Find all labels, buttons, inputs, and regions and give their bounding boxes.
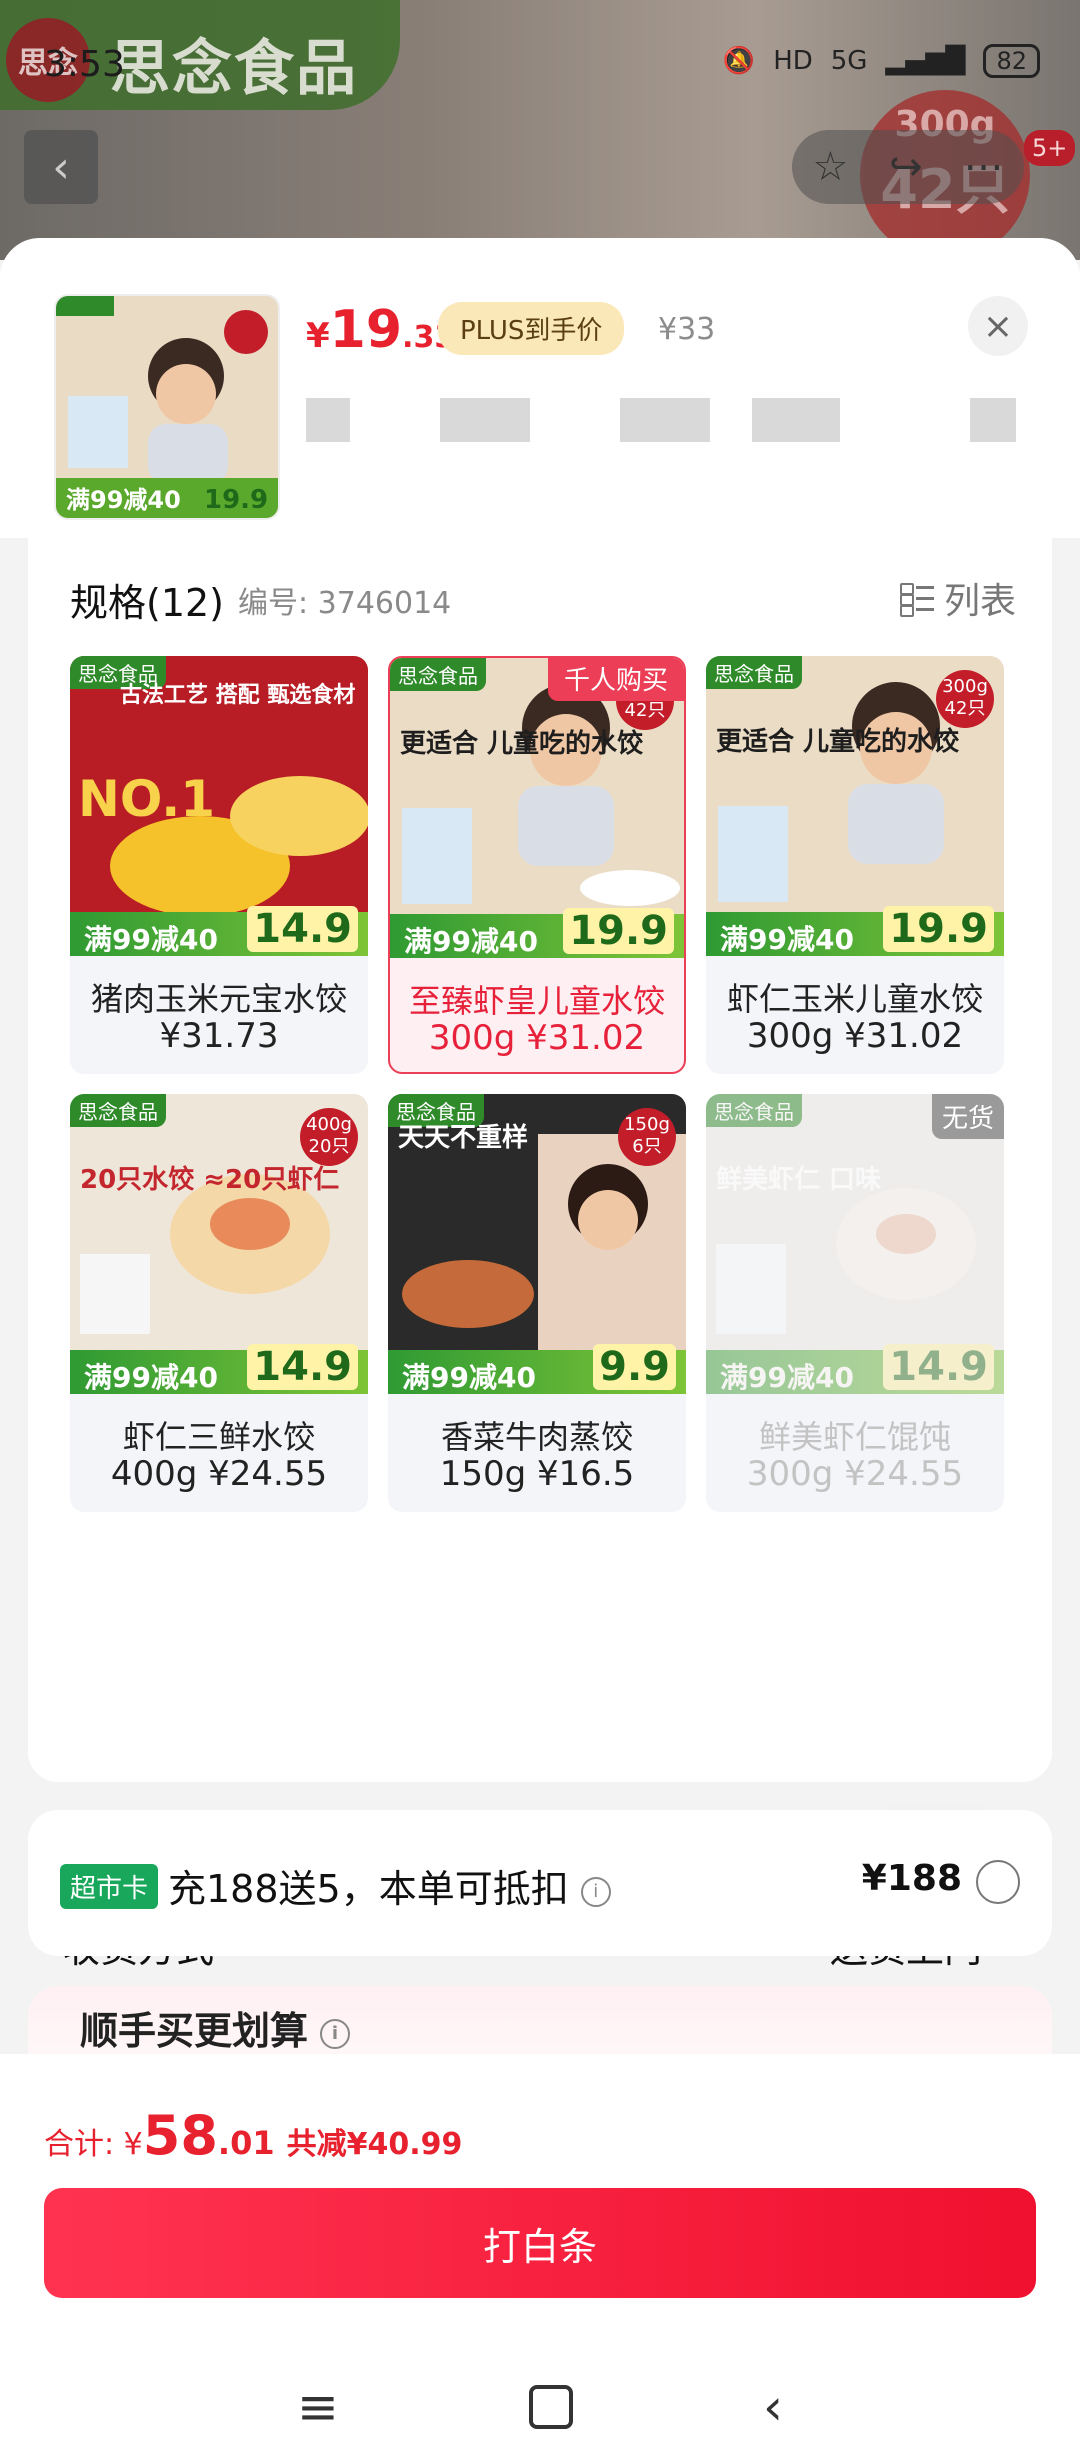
spec-price: 300g ¥31.02 <box>428 1018 646 1058</box>
blurred-text <box>970 398 1016 442</box>
promo-radio[interactable] <box>976 1860 1020 1904</box>
promo-banner: 满99减40 19.9 <box>706 906 1004 956</box>
status-icons: 🔕 HD 5G ▂▄▆█ 82 <box>723 44 1040 78</box>
blurred-text <box>752 398 840 442</box>
checkout-bar: 合计: ¥58.01 共减¥40.99 打白条 ≡ ‹ <box>0 2054 1080 2460</box>
spec-name: 虾仁三鲜水饺 <box>122 1418 315 1456</box>
promo-banner: 满99减40 14.9 <box>706 1344 1004 1394</box>
battery-icon: 82 <box>983 44 1040 78</box>
spec-headline: 天天不重样 <box>398 1123 529 1153</box>
top-actions: ☆ ↪ ⋯ <box>792 130 1024 204</box>
spec-name: 鲜美虾仁馄饨 <box>758 1418 951 1456</box>
promo-banner: 满99减40 9.9 <box>388 1344 686 1394</box>
total-summary: 合计: ¥58.01 共减¥40.99 <box>44 2104 463 2167</box>
system-nav-bar: ≡ ‹ <box>0 2354 1080 2460</box>
spec-name: 猪肉玉米元宝水饺 <box>90 980 347 1018</box>
spec-option-selected[interactable]: 思念食品 更适合 儿童吃的水饺 300g 42只 千人购买 满99减40 19.… <box>388 656 686 1074</box>
spec-title: 规格(12) <box>70 581 225 625</box>
sheet-header: 满99减40 19.9 ¥19.33 PLUS到手价 ¥33 × <box>0 238 1080 538</box>
signal-icon: ▂▄▆█ <box>885 46 966 76</box>
spec-headline: 鲜美虾仁 口味 <box>716 1165 882 1195</box>
back-button[interactable]: ‹ <box>24 130 98 204</box>
promo-banner: 满99减40 14.9 <box>70 1344 368 1394</box>
network-label: 5G <box>830 46 868 76</box>
spec-option[interactable]: NO.1 思念食品 古法工艺 搭配 甄选食材 满99减40 14.9 猪肉玉米元… <box>70 656 368 1074</box>
brand-tag: 思念食品 <box>706 656 802 689</box>
current-price: ¥19.33 <box>306 300 456 360</box>
spec-name: 香菜牛肉蒸饺 <box>440 1418 633 1456</box>
product-thumbnail[interactable]: 满99减40 19.9 <box>54 294 280 520</box>
info-icon[interactable]: i <box>320 2018 351 2049</box>
cart-count-badge: 5+ <box>1024 130 1076 166</box>
svg-text:NO.1: NO.1 <box>78 770 215 828</box>
back-icon[interactable]: ‹ <box>763 2378 783 2436</box>
menu-icon[interactable]: ≡ <box>297 2378 339 2436</box>
brand-tag: 思念食品 <box>706 1094 802 1127</box>
brand-tag: 思念食品 <box>70 1094 166 1127</box>
background-product-page: 思念 思念食品 300g 42只 ‹ ☆ ↪ ⋯ 5+ <box>0 0 1080 260</box>
svg-text:满99减40: 满99减40 <box>66 486 181 514</box>
promo-price: ¥188 <box>861 1858 962 1899</box>
spec-option[interactable]: 思念食品 更适合 儿童吃的水饺 300g 42只 满99减40 19.9 虾仁玉… <box>706 656 1004 1074</box>
spec-option[interactable]: 思念食品 20只水饺 ≈20只虾仁 400g 20只 满99减40 14.9 虾… <box>70 1094 368 1512</box>
spec-name: 至臻虾皇儿童水饺 <box>408 982 665 1020</box>
spec-headline: 古法工艺 搭配 甄选食材 <box>120 683 356 708</box>
spec-price: ¥31.73 <box>159 1016 279 1056</box>
spec-option-unavailable: 思念食品 鲜美虾仁 口味 无货 满99减40 14.9 鲜美虾仁馄饨 300g … <box>706 1094 1004 1512</box>
blurred-text <box>440 398 530 442</box>
spec-price: 400g ¥24.55 <box>110 1454 328 1494</box>
spec-price: 300g ¥31.02 <box>746 1016 964 1056</box>
spec-headline: 更适合 儿童吃的水饺 <box>400 729 644 759</box>
status-time: 3:53 <box>44 44 125 85</box>
blurred-text <box>620 398 710 442</box>
more-icon[interactable]: ⋯ <box>964 144 1004 190</box>
promo-banner: 满99减40 19.9 <box>390 908 684 958</box>
blurred-text <box>306 398 350 442</box>
spec-price: 300g ¥24.55 <box>746 1454 964 1494</box>
close-icon[interactable]: × <box>968 296 1028 356</box>
spec-name: 虾仁玉米儿童水饺 <box>726 980 983 1018</box>
svg-text:19.9: 19.9 <box>204 485 268 515</box>
mute-icon: 🔕 <box>722 46 756 76</box>
supermarket-card-tag: 超市卡 <box>60 1864 159 1909</box>
supermarket-card-promo[interactable]: 超市卡 充188送5，本单可抵扣 i ¥188 <box>28 1810 1052 1956</box>
original-price: ¥33 <box>658 312 716 347</box>
hd-icon: HD <box>773 46 813 76</box>
spec-option[interactable]: 思念食品 天天不重样 150g 6只 满99减40 9.9 香菜牛肉蒸饺 150… <box>388 1094 686 1512</box>
brand-name: 思念食品 <box>110 34 358 104</box>
star-icon[interactable]: ☆ <box>812 144 848 190</box>
spec-panel: 规格(12) 编号: 3746014 列表 NO.1 思念食品 古法工艺 搭配 … <box>28 538 1054 1971</box>
weight-badge: 150g 6只 <box>618 1108 676 1166</box>
pay-button[interactable]: 打白条 <box>44 2188 1036 2298</box>
share-icon[interactable]: ↪ <box>889 144 923 190</box>
popular-tag: 千人购买 <box>547 658 684 701</box>
spec-code: 编号: 3746014 <box>238 586 452 621</box>
promo-text: 充188送5，本单可抵扣 i <box>168 1858 611 1913</box>
spec-headline: 更适合 儿童吃的水饺 <box>716 727 960 757</box>
list-icon <box>899 581 934 617</box>
list-view-toggle[interactable]: 列表 <box>899 572 1016 624</box>
product-thumb-image: 满99减40 19.9 <box>56 296 278 518</box>
home-icon[interactable] <box>528 2385 573 2429</box>
weight-badge: 400g 20只 <box>300 1108 358 1166</box>
info-icon[interactable]: i <box>580 1876 611 1907</box>
plus-price-badge: PLUS到手价 <box>438 302 625 355</box>
weight-badge: 300g 42只 <box>936 670 994 728</box>
spec-headline: 20只水饺 ≈20只虾仁 <box>80 1165 340 1195</box>
brand-tag: 思念食品 <box>390 658 486 691</box>
spec-price: 150g ¥16.5 <box>439 1454 635 1494</box>
promo-banner: 满99减40 14.9 <box>70 906 368 956</box>
out-of-stock-tag: 无货 <box>931 1094 1004 1139</box>
add-on-title: 顺手买更划算 i <box>80 2000 351 2055</box>
